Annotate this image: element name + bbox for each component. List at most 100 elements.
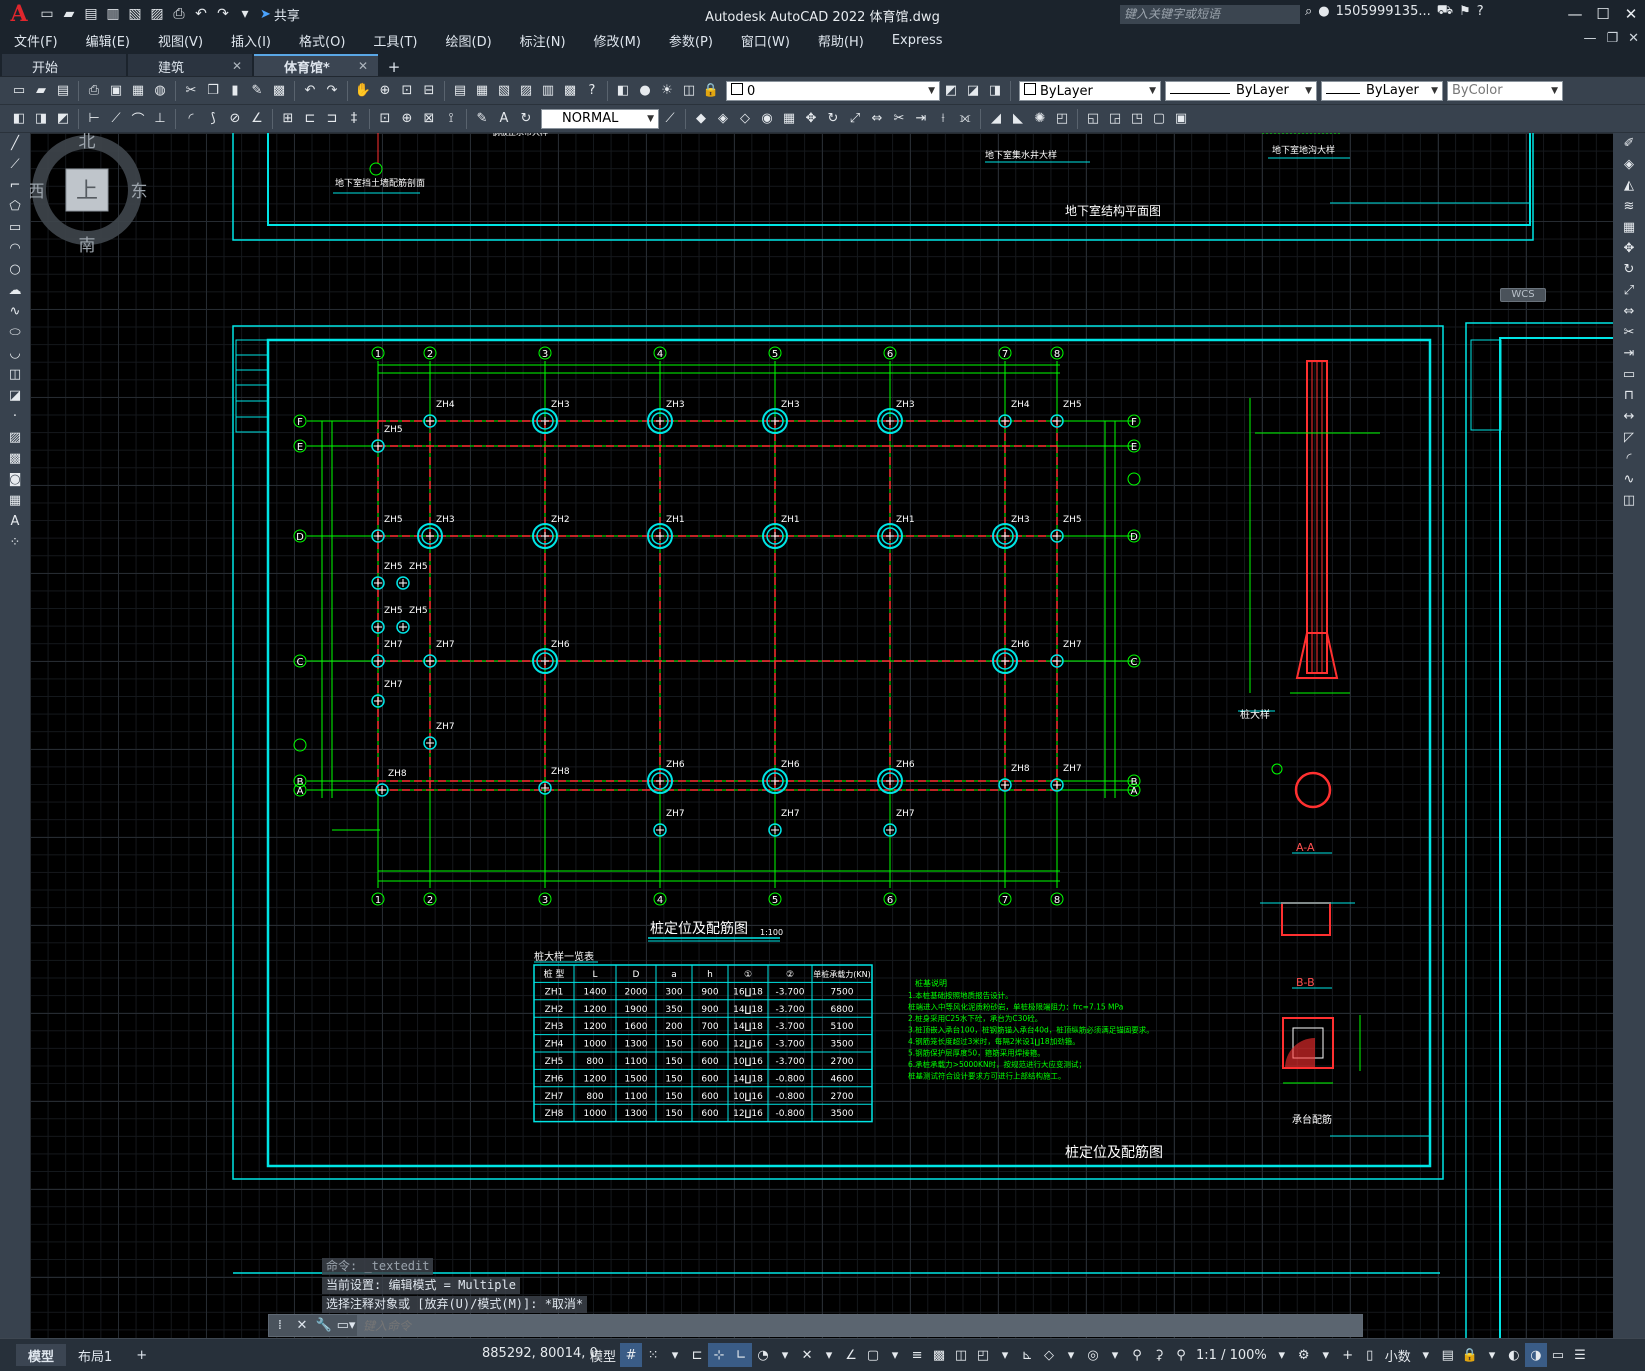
search-icon[interactable]: ⌕ [1305,4,1312,19]
scale-icon[interactable]: ⤢ [1613,280,1645,301]
break-icon[interactable]: ⊓ [1613,385,1645,406]
offset-icon[interactable]: ≋ [1613,196,1645,217]
properties-icon[interactable]: ▤ [450,81,470,101]
markup-icon[interactable]: ▥ [538,81,558,101]
search-input[interactable]: 键入关键字或短语 [1120,5,1300,24]
paste-icon[interactable]: ▮ [225,81,245,101]
tab-tiyuguan[interactable]: 体育馆* ✕ [254,54,378,76]
help-icon[interactable]: ? [582,81,602,101]
grid-icon[interactable]: # [620,1343,643,1367]
add-layout-icon[interactable]: + [124,1344,159,1366]
tab-close-icon[interactable]: ✕ [358,59,368,73]
redo-icon[interactable]: ↷ [212,3,234,25]
explode-icon[interactable]: ◫ [1613,490,1645,511]
cart-icon[interactable]: ⛟ [1437,3,1453,20]
break-icon[interactable]: ⟊ [933,109,953,129]
fillet-icon[interactable]: ◜ [1613,448,1645,469]
osnap-icon[interactable]: ▢ [862,1343,884,1367]
move-icon[interactable]: ✥ [1613,238,1645,259]
lock-ui-icon[interactable]: 🔒 [1459,1343,1481,1367]
dynamic-ucs-icon[interactable]: ⊾ [1016,1343,1038,1367]
annotation-scale-icon[interactable]: ⚲ [1170,1343,1192,1367]
line-icon[interactable]: ╱ [0,133,30,154]
auto-scale-icon[interactable]: ⚳ [1148,1343,1170,1367]
save-icon[interactable]: ▤ [80,3,102,25]
selection-cycling-icon[interactable]: ◫ [950,1343,972,1367]
offset-icon[interactable]: ◉ [757,109,777,129]
design-center-icon[interactable]: ▦ [472,81,492,101]
calculator-icon[interactable]: ▩ [560,81,580,101]
3d-dwf-icon[interactable]: ◍ [150,81,170,101]
dimension-style-icon[interactable]: ⟋ [660,109,680,129]
drawing-canvas[interactable]: 1122334455667788FFEEDDCCBBAA ZH4 ZH3 ZH3 ZH… [30,133,1613,1338]
trim-icon[interactable]: ✂ [1613,322,1645,343]
gradient-icon[interactable]: ▩ [0,448,30,469]
command-input[interactable] [357,1315,1362,1336]
layer-states-icon[interactable]: ◨ [985,81,1005,101]
menu-tools[interactable]: 工具(T) [359,31,431,50]
object-snap-tracking-icon[interactable]: ∠ [840,1343,862,1367]
aligned-dimension-icon[interactable]: ⟋ [106,109,126,129]
jogged-linear-icon[interactable]: ⟟ [441,109,461,129]
image-icon[interactable]: ▣ [1171,109,1191,129]
recent-commands-icon[interactable]: ▭▾ [335,1318,357,1333]
dimension-space-icon[interactable]: ‡ [344,109,364,129]
angular-dimension-icon[interactable]: ∠ [247,109,267,129]
polyline-icon[interactable]: ⌐ [0,175,30,196]
transparency-icon[interactable]: ▩ [928,1343,950,1367]
undo-icon[interactable]: ↶ [300,81,320,101]
inspection-icon[interactable]: ⊠ [419,109,439,129]
clean-screen-icon[interactable]: ▭ [1547,1343,1569,1367]
copy-icon[interactable]: ❐ [203,81,223,101]
point-icon[interactable]: · [0,406,30,427]
units-dropdown[interactable]: 小数 [1381,1343,1415,1367]
mirror-icon[interactable]: ◭ [1613,175,1645,196]
viewport-freeze-icon[interactable]: ◫ [679,81,699,101]
block-editor-icon[interactable]: ▩ [269,81,289,101]
layout-tab-model[interactable]: 模型 [16,1344,67,1366]
workspace-switching-icon[interactable]: ⚙ [1293,1343,1315,1367]
layer-tools-icon[interactable]: ◩ [53,109,73,129]
compass-south[interactable]: 南 [79,236,96,253]
extend-icon[interactable]: ⇥ [911,109,931,129]
trim-icon[interactable]: ✂ [889,109,909,129]
chevron-down-icon[interactable]: ▾ [818,1343,840,1367]
user-icon[interactable]: ● [1318,4,1329,19]
compass-east[interactable]: 东 [131,182,148,202]
workspace-icon[interactable]: ◧ [9,109,29,129]
move-icon[interactable]: ✥ [801,109,821,129]
lineweight-icon[interactable]: ≡ [906,1343,928,1367]
layer-properties-icon[interactable]: ◧ [613,81,633,101]
chevron-down-icon[interactable]: ▾ [1060,1343,1082,1367]
construction-line-icon[interactable]: ⟋ [0,154,30,175]
ordinate-dimension-icon[interactable]: ⊥ [150,109,170,129]
units-icon[interactable]: ▯ [1359,1343,1381,1367]
pan-icon[interactable]: ✋ [353,81,373,101]
continue-dimension-icon[interactable]: ⊐ [322,109,342,129]
add-selected-icon[interactable]: ⁘ [0,532,30,553]
chamfer-icon[interactable]: ◢ [986,109,1006,129]
save-icon[interactable]: ▤ [53,81,73,101]
quick-properties-icon[interactable]: ▤ [1437,1343,1459,1367]
maximize-icon[interactable]: ☐ [1589,0,1617,28]
rotate-icon[interactable]: ↻ [823,109,843,129]
region-icon[interactable]: ◙ [0,469,30,490]
quick-dimension-icon[interactable]: ⊞ [278,109,298,129]
chevron-down-icon[interactable]: ▾ [994,1343,1016,1367]
dynamic-input-icon[interactable]: ⊹ [708,1343,731,1367]
erase-icon[interactable]: ✐ [1613,133,1645,154]
3d-osnap-icon[interactable]: ◰ [972,1343,994,1367]
copy-object-icon[interactable]: ◈ [1613,154,1645,175]
redo-icon[interactable]: ↷ [322,81,342,101]
ortho-icon[interactable]: ∟ [730,1343,753,1367]
menu-view[interactable]: 视图(V) [144,31,217,50]
chevron-down-icon[interactable]: ▾ [1104,1343,1126,1367]
plotstyle-dropdown[interactable]: ByColor ▼ [1447,80,1563,101]
join-icon[interactable]: ↔ [1613,406,1645,427]
share-button[interactable]: ➤ 共享 [260,5,300,24]
chevron-down-icon[interactable]: ▾ [774,1343,796,1367]
isolate-objects-icon[interactable]: ◐ [1503,1343,1525,1367]
doc-minimize-icon[interactable]: — [1583,31,1596,46]
tool-palettes-icon[interactable]: ▧ [494,81,514,101]
layer-previous-icon[interactable]: ◪ [963,81,983,101]
